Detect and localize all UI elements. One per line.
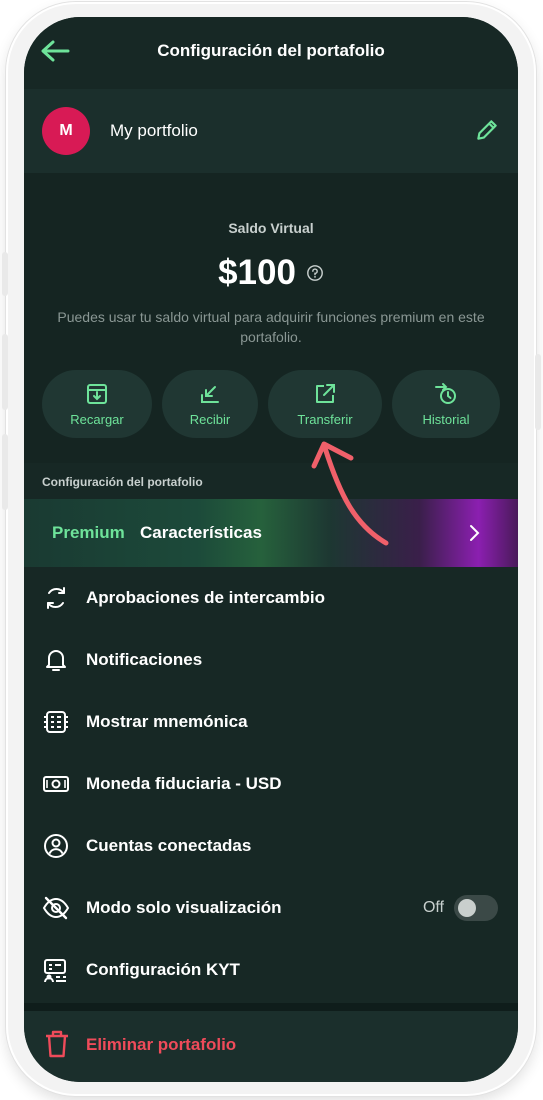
phone-side-button: [2, 252, 8, 296]
premium-features-banner[interactable]: Premium Características: [24, 499, 518, 567]
portfolio-name: My portfolio: [110, 121, 198, 140]
balance-amount: $100: [218, 253, 296, 292]
menu-item-fiat-currency[interactable]: Moneda fiduciaria - USD: [24, 753, 518, 815]
pencil-icon[interactable]: [474, 117, 500, 143]
recharge-icon: [87, 384, 107, 404]
menu-item-label: Moneda fiduciaria - USD: [86, 774, 282, 793]
premium-highlight: Premium: [52, 523, 125, 542]
recharge-label: Recargar: [70, 412, 124, 427]
portfolio-header: M My portfolio: [24, 89, 518, 173]
menu-item-label: Modo solo visualización: [86, 898, 282, 917]
transfer-button[interactable]: Transferir: [268, 370, 382, 438]
banknote-icon: [43, 776, 69, 792]
history-icon: [435, 383, 456, 404]
phone-side-button: [535, 354, 541, 430]
help-icon[interactable]: [306, 264, 324, 282]
transfer-icon: [316, 384, 335, 403]
premium-text: Características: [140, 523, 262, 542]
menu-item-kyt-settings[interactable]: Configuración KYT: [24, 939, 518, 1001]
toggle-state-label: Off: [422, 899, 444, 916]
eye-off-icon: [42, 896, 70, 920]
view-only-toggle[interactable]: [454, 895, 498, 921]
mnemonic-icon: [44, 711, 68, 733]
virtual-balance-panel: Saldo Virtual $100 Puedes usar tu saldo …: [24, 173, 518, 463]
page-title: Configuración del portafolio: [157, 41, 385, 60]
menu-item-label: Configuración KYT: [86, 960, 240, 979]
app-screen: Configuración del portafolio M My portfo…: [24, 17, 518, 1082]
menu-item-show-mnemonic[interactable]: Mostrar mnemónica: [24, 691, 518, 753]
top-bar: Configuración del portafolio: [24, 17, 518, 89]
history-label: Historial: [422, 412, 470, 427]
menu-item-connected-accounts[interactable]: Cuentas conectadas: [24, 815, 518, 877]
history-button[interactable]: Historial: [392, 370, 500, 438]
recharge-button[interactable]: Recargar: [42, 370, 152, 438]
menu-item-label: Mostrar mnemónica: [86, 712, 248, 731]
receive-label: Recibir: [189, 412, 231, 427]
balance-row: $100: [24, 253, 518, 293]
trash-icon: [46, 1030, 68, 1058]
menu-item-view-only-mode: Modo solo visualización Off: [24, 877, 518, 939]
menu-item-notifications[interactable]: Notificaciones: [24, 629, 518, 691]
menu-item-label: Notificaciones: [86, 650, 203, 669]
delete-portfolio-label: Eliminar portafolio: [86, 1035, 237, 1054]
section-title: Configuración del portafolio: [42, 475, 203, 489]
receive-button[interactable]: Recibir: [162, 370, 258, 438]
transfer-label: Transferir: [297, 412, 353, 427]
avatar: M: [42, 107, 90, 155]
menu-item-swap-approvals[interactable]: Aprobaciones de intercambio: [24, 567, 518, 629]
phone-side-button: [2, 434, 8, 510]
divider: [24, 1003, 518, 1011]
action-buttons: Recargar Recibir Transferir Historial: [24, 370, 518, 440]
chevron-right-icon: [470, 525, 480, 541]
refresh-icon: [47, 587, 65, 609]
receive-icon: [201, 386, 219, 403]
balance-description: Puedes usar tu saldo virtual para adquir…: [57, 309, 485, 345]
user-circle-icon: [44, 834, 68, 858]
bell-icon: [46, 650, 66, 671]
menu-item-label: Cuentas conectadas: [86, 836, 252, 855]
menu-item-label: Aprobaciones de intercambio: [86, 588, 325, 607]
kyt-icon: [44, 959, 66, 983]
toggle-knob: [458, 899, 476, 917]
balance-label: Saldo Virtual: [228, 220, 314, 236]
delete-portfolio-button[interactable]: Eliminar portafolio: [24, 1011, 518, 1082]
phone-side-button: [2, 334, 8, 410]
